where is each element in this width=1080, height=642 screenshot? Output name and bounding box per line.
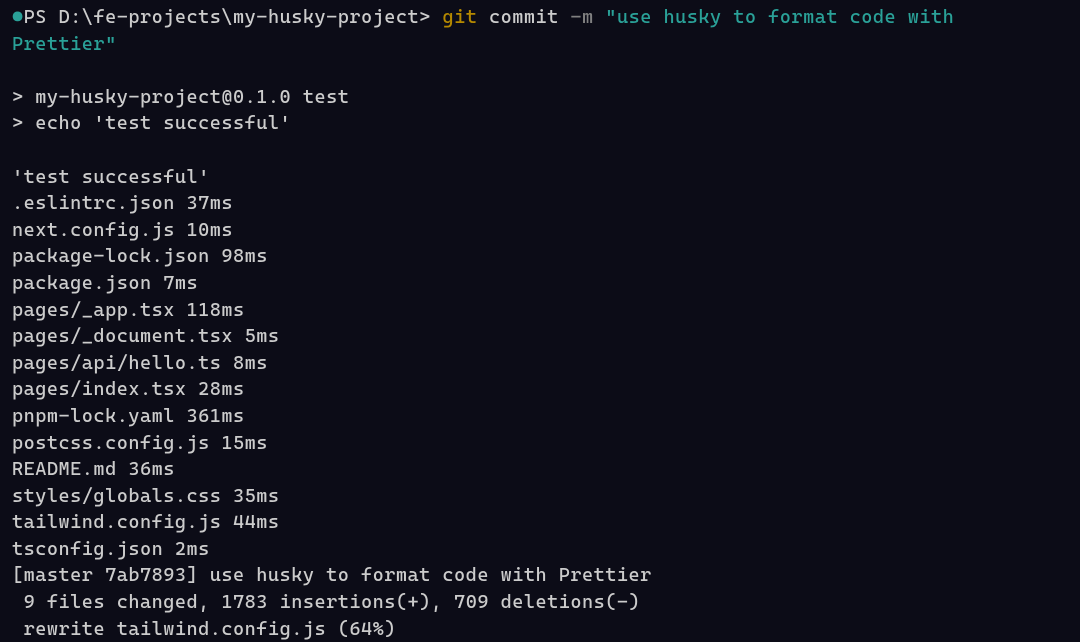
terminal-output[interactable]: ●PS D:\fe-projects\my-husky-project> git…: [12, 4, 1068, 642]
output-line: pages/index.tsx 28ms: [12, 376, 1068, 403]
flag-m: -m: [570, 6, 593, 28]
output-line: > my-husky-project@0.1.0 test: [12, 84, 1068, 111]
output-line: 'test successful': [12, 164, 1068, 191]
prompt-sep: >: [419, 6, 442, 28]
prompt-marker-icon: ●: [12, 6, 24, 28]
output-line: README.md 36ms: [12, 456, 1068, 483]
output-line: styles/globals.css 35ms: [12, 483, 1068, 510]
prompt-line: ●PS D:\fe-projects\my-husky-project> git…: [12, 4, 1068, 57]
commit-word: commit: [477, 6, 570, 28]
output-line: pages/api/hello.ts 8ms: [12, 350, 1068, 377]
output-line: tailwind.config.js 44ms: [12, 509, 1068, 536]
output-line: [12, 137, 1068, 164]
output-line: package-lock.json 98ms: [12, 243, 1068, 270]
output-line: pnpm-lock.yaml 361ms: [12, 403, 1068, 430]
output-line: .eslintrc.json 37ms: [12, 190, 1068, 217]
prompt-prefix: PS: [24, 6, 59, 28]
output-line: tsconfig.json 2ms: [12, 536, 1068, 563]
output-line: rewrite tailwind.config.js (64%): [12, 616, 1068, 642]
output-line: postcss.config.js 15ms: [12, 430, 1068, 457]
output-line: 9 files changed, 1783 insertions(+), 709…: [12, 589, 1068, 616]
output-line: [12, 57, 1068, 84]
output-line: > echo 'test successful': [12, 110, 1068, 137]
commit-msg-part1: "use husky to format code with: [594, 6, 966, 28]
output-line: package.json 7ms: [12, 270, 1068, 297]
prompt-path: D:\fe-projects\my-husky-project: [59, 6, 420, 28]
output-line: [master 7ab7893] use husky to format cod…: [12, 562, 1068, 589]
output-line: pages/_app.tsx 118ms: [12, 297, 1068, 324]
commit-msg-part2: Prettier": [12, 33, 117, 55]
output-line: next.config.js 10ms: [12, 217, 1068, 244]
git-command: git: [442, 6, 477, 28]
output-line: pages/_document.tsx 5ms: [12, 323, 1068, 350]
